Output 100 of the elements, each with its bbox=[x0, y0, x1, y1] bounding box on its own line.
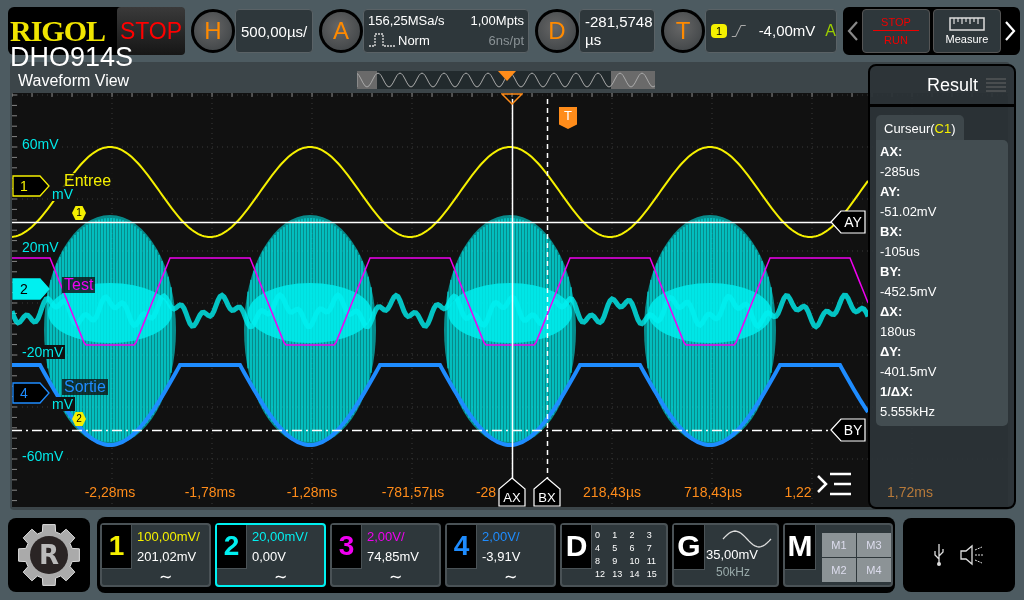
axis-label: -20mV bbox=[20, 345, 66, 359]
digital-channel-number: 4 bbox=[595, 542, 601, 555]
digital-channel-number: 5 bbox=[612, 542, 619, 555]
trigger-level: -4,00mV bbox=[758, 22, 816, 40]
coupling-symbol: ∼ bbox=[388, 569, 403, 585]
cursor-line[interactable] bbox=[546, 99, 549, 479]
digital-channel-number: 8 bbox=[595, 555, 601, 568]
cursor-tag[interactable]: BX bbox=[533, 477, 561, 507]
digital-channel-number: 1 bbox=[612, 529, 619, 542]
digital-channel-number: 0 bbox=[595, 529, 601, 542]
axis-label: 20mV bbox=[20, 240, 61, 254]
chevron-right-icon[interactable] bbox=[1004, 20, 1016, 42]
reading-label: 1/ΔX: bbox=[880, 383, 915, 401]
speaker-icon[interactable] bbox=[959, 544, 985, 566]
cursor-line[interactable] bbox=[12, 221, 832, 224]
panel-title: Result bbox=[926, 74, 978, 96]
panel-title: Waveform View bbox=[18, 71, 130, 90]
trigger-source-badge: 1 bbox=[711, 24, 728, 38]
digital-channel-number: 7 bbox=[646, 542, 653, 555]
reading-label: AX: bbox=[880, 143, 904, 161]
digital-channel-number: 9 bbox=[612, 555, 619, 568]
chevron-left-icon[interactable] bbox=[847, 20, 859, 42]
waveform-overview[interactable] bbox=[357, 70, 656, 89]
axis-label: 60mV bbox=[20, 137, 61, 151]
digital-channel-number: 12 bbox=[595, 568, 606, 581]
cursor-tag[interactable]: BY bbox=[830, 418, 866, 442]
axis-label: mV bbox=[50, 397, 75, 411]
rising-edge-icon bbox=[731, 22, 747, 40]
reading-value: 180us bbox=[880, 323, 917, 341]
axis-label: -2,28ms bbox=[84, 485, 136, 499]
digital-channel-number: 2 bbox=[629, 529, 636, 542]
digital-channel-number: 11 bbox=[646, 555, 658, 568]
channel-marker[interactable]: 4 bbox=[12, 382, 50, 404]
cursor-source-tag: 1 bbox=[72, 206, 86, 220]
channel-marker[interactable]: 1 bbox=[12, 175, 50, 197]
reading-value: -452.5mV bbox=[880, 283, 938, 301]
channel-offset: -3,91V bbox=[481, 548, 522, 566]
generator-amplitude: 35,00mV bbox=[706, 547, 759, 562]
channel-marker[interactable]: 2 bbox=[12, 278, 50, 300]
cursor-tag[interactable]: AX bbox=[498, 477, 526, 507]
axis-label: -1,28ms bbox=[286, 485, 338, 499]
logo-letter: R bbox=[38, 540, 60, 570]
channel-scale: 2,00V/ bbox=[366, 528, 406, 546]
reading-value: -105us bbox=[880, 243, 921, 261]
reading-value: -285us bbox=[880, 163, 921, 181]
generator-frequency: 50kHz bbox=[716, 565, 750, 579]
info-box[interactable]: 156,25MSa/s 1,00Mpts Norm 6ns/pt bbox=[363, 9, 529, 53]
channel-scale: 100,00mV/ bbox=[136, 528, 201, 546]
axis-label: -60mV bbox=[20, 449, 66, 463]
reading-label: BX: bbox=[880, 223, 904, 241]
sine-wave-icon bbox=[722, 529, 772, 549]
digital-channel-number: 14 bbox=[629, 568, 641, 581]
channel-scale: 20,00mV/ bbox=[251, 528, 309, 546]
digital-card[interactable]: D 0 1 2 3 4 5 6 7 8 9 10 11 12 13 14 15 bbox=[560, 523, 668, 587]
axis-label: mV bbox=[50, 187, 75, 201]
timebase-value: 500,00µs/ bbox=[241, 22, 308, 40]
delay-unit: µs bbox=[585, 31, 602, 49]
measure-button[interactable]: Measure bbox=[933, 9, 1001, 53]
card-letter: M bbox=[785, 525, 816, 570]
delay-value: -281,5748 bbox=[585, 13, 653, 31]
digital-channel-number: 3 bbox=[646, 529, 653, 542]
digital-channel-number: 6 bbox=[629, 542, 636, 555]
channel-offset: 201,02mV bbox=[136, 548, 198, 566]
channel-offset: 0,00V bbox=[251, 548, 287, 566]
axis-label: -28 bbox=[475, 485, 497, 499]
reading-label: AY: bbox=[880, 183, 902, 201]
channel-number: 4 bbox=[447, 525, 477, 569]
coupling-symbol: ∼ bbox=[273, 569, 288, 585]
digital-channel-number: 10 bbox=[629, 555, 641, 568]
card-letter: G bbox=[674, 525, 705, 570]
info-box[interactable]: 1 -4,00mV A bbox=[705, 9, 837, 53]
trigger-status: A bbox=[825, 22, 836, 40]
card-letter: D bbox=[562, 525, 592, 569]
reading-value: 5.555kHz bbox=[880, 403, 936, 421]
info-box[interactable]: -281,5748 µs bbox=[579, 9, 655, 53]
axis-label: 1,72ms bbox=[887, 485, 933, 499]
brand-logo: RIGOL bbox=[9, 14, 107, 47]
coupling-symbol: ∼ bbox=[158, 569, 173, 585]
resolution-value: 6ns/pt bbox=[487, 32, 525, 48]
result-tab[interactable]: Curseur(C1) bbox=[876, 115, 964, 140]
cursor-tag[interactable]: AY bbox=[830, 210, 866, 234]
ruler-icon bbox=[949, 17, 985, 31]
app-menu-button[interactable]: R bbox=[8, 518, 90, 592]
reading-label: BY: bbox=[880, 263, 903, 281]
trigger-position-icon bbox=[501, 93, 523, 105]
channel-number: 3 bbox=[332, 525, 362, 569]
axis-label: 218,43µs bbox=[583, 485, 641, 499]
cursor-line[interactable] bbox=[511, 99, 514, 479]
axis-label: 1,22 bbox=[784, 485, 812, 499]
digital-channel-number: 15 bbox=[646, 568, 658, 581]
reading-value: -51.02mV bbox=[880, 203, 938, 221]
channel-number: 1 bbox=[102, 525, 132, 569]
gear-icon bbox=[16, 522, 82, 588]
axis-label: -781,57µs bbox=[381, 485, 445, 499]
acquisition-mode: Norm bbox=[398, 32, 431, 48]
usb-icon bbox=[933, 543, 945, 567]
memory-depth: 1,00Mpts bbox=[469, 12, 525, 28]
info-box[interactable]: 500,00µs/ bbox=[235, 9, 313, 53]
channel-offset: 74,85mV bbox=[366, 548, 421, 566]
digital-channel-number: 13 bbox=[612, 568, 624, 581]
